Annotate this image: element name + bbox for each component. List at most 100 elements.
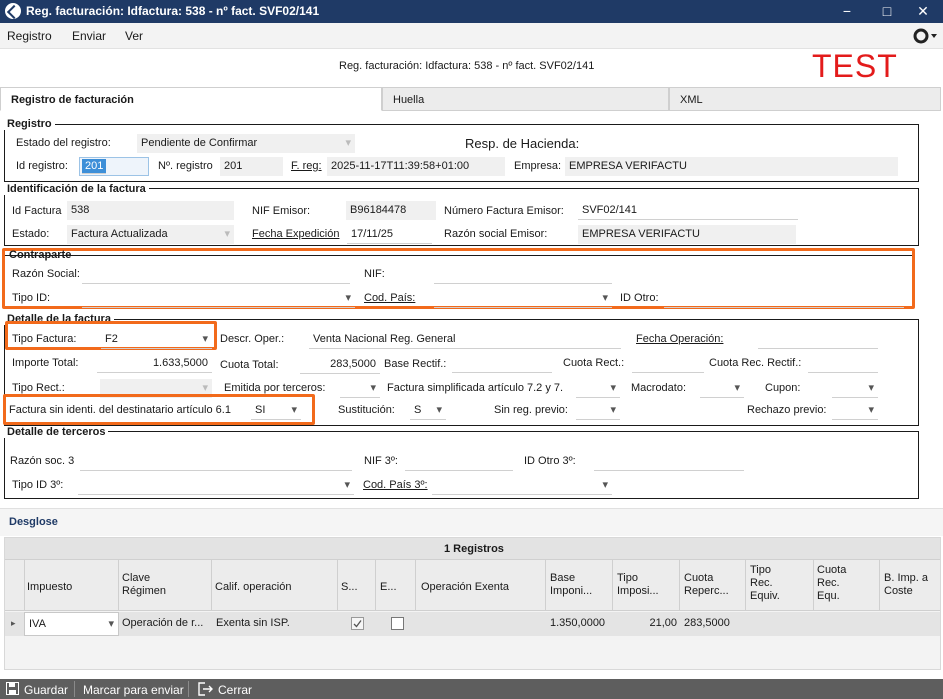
macrodato-select[interactable] <box>700 379 744 398</box>
close-button[interactable]: ✕ <box>903 0 943 23</box>
toolbar-divider <box>74 681 75 697</box>
maximize-button[interactable]: □ <box>867 0 907 23</box>
empresa-field[interactable]: EMPRESA VERIFACTU <box>565 157 898 176</box>
clave-regimen-cell[interactable]: Operación de r... <box>122 617 203 629</box>
emitida-terceros-label: Emitida por terceros: <box>224 382 326 394</box>
descr-oper-field[interactable]: Venta Nacional Reg. General <box>309 330 621 349</box>
table-row[interactable]: ▸ IVA ▾ Operación de r... Exenta sin ISP… <box>5 612 940 636</box>
nif-emisor-field[interactable]: B96184478 <box>346 201 436 220</box>
cerrar-button[interactable]: Cerrar <box>194 679 264 699</box>
razon-soc-3-field[interactable] <box>80 452 352 471</box>
importe-total-field[interactable]: 1.633,5000 <box>97 354 212 373</box>
impuesto-cell-select[interactable]: IVA ▾ <box>24 612 119 636</box>
base-rectif-field[interactable] <box>452 354 552 373</box>
sin-identificacion-label: Factura sin identi. del destinatario art… <box>9 404 231 416</box>
numero-factura-field[interactable]: SVF02/141 <box>578 201 798 220</box>
fecha-operacion-field[interactable] <box>758 330 878 349</box>
nif-field[interactable] <box>434 265 612 284</box>
menu-ver[interactable]: Ver <box>125 29 143 43</box>
razon-social-label: Razón Social: <box>12 268 80 280</box>
cod-pais-select[interactable] <box>434 289 612 308</box>
grid-column-header: Impuesto Clave Régimen Calif. operación … <box>5 560 940 611</box>
cuota-total-field[interactable]: 283,5000 <box>300 355 380 374</box>
fecha-operacion-link[interactable]: Fecha Operación: <box>636 333 723 345</box>
numero-factura-label: Número Factura Emisor: <box>444 205 564 217</box>
col-e[interactable]: E... <box>380 579 397 594</box>
base-imponible-cell[interactable]: 1.350,0000 <box>550 617 605 629</box>
col-base-imponible[interactable]: Base Imponi... <box>550 570 608 598</box>
col-cuota-repercutida[interactable]: Cuota Reperc... <box>684 570 740 598</box>
cod-pais-3-link[interactable]: Cod. País 3º: <box>363 479 428 491</box>
menu-registro[interactable]: Registro <box>7 29 52 43</box>
cod-pais-link[interactable]: Cod. País: <box>364 292 415 304</box>
importe-total-label: Importe Total: <box>12 357 79 369</box>
col-operacion-exenta[interactable]: Operación Exenta <box>421 579 509 594</box>
nif-3-field[interactable] <box>405 452 513 471</box>
tab-xml[interactable]: XML <box>669 87 941 111</box>
nif-emisor-label: NIF Emisor: <box>252 205 311 217</box>
row-indicator-icon: ▸ <box>11 618 16 628</box>
tipo-id-3-select[interactable] <box>78 476 354 495</box>
tipo-impositivo-cell[interactable]: 21,00 <box>617 617 677 629</box>
minimize-button[interactable]: − <box>827 0 867 23</box>
grid-record-count: 1 Registros <box>444 543 504 555</box>
col-s[interactable]: S... <box>341 579 358 594</box>
tipo-id-select[interactable] <box>82 289 355 308</box>
tab-huella[interactable]: Huella <box>382 87 669 111</box>
col-clave-regimen[interactable]: Clave Régimen <box>122 570 182 598</box>
col-calif-operacion[interactable]: Calif. operación <box>215 579 291 594</box>
emitida-terceros-select[interactable] <box>340 379 380 398</box>
col-b-imp-coste[interactable]: B. Imp. a Coste <box>884 570 936 598</box>
marcar-enviar-button[interactable]: Marcar para enviar <box>83 683 184 697</box>
tipo-factura-label: Tipo Factura: <box>12 333 77 345</box>
rechazo-previo-select[interactable] <box>832 401 878 420</box>
id-registro-label: Id registro: <box>16 160 68 172</box>
tipo-id-3-label: Tipo ID 3º: <box>12 479 64 491</box>
menu-enviar[interactable]: Enviar <box>72 29 106 43</box>
fecha-expedicion-field[interactable]: 17/11/25 <box>347 225 432 244</box>
toolbar-divider <box>188 681 189 697</box>
tab-registro-facturacion[interactable]: Registro de facturación <box>0 87 382 111</box>
guardar-button[interactable]: Guardar <box>0 679 74 699</box>
id-otro-3-label: ID Otro 3º: <box>524 455 576 467</box>
razon-social-field[interactable] <box>82 265 350 284</box>
cod-pais-3-select[interactable] <box>432 476 612 495</box>
id-factura-field[interactable]: 538 <box>67 201 234 220</box>
check-icon <box>353 620 362 628</box>
tipo-rect-label: Tipo Rect.: <box>12 382 65 394</box>
fecha-expedicion-link[interactable]: Fecha Expedición <box>252 228 339 240</box>
col-tipo-impositivo[interactable]: Tipo Imposi... <box>617 570 673 598</box>
factura-simplificada-label: Factura simplificada artículo 7.2 y 7. <box>387 382 564 394</box>
options-dropdown[interactable] <box>912 27 938 45</box>
estado-factura-select[interactable]: Factura Actualizada <box>67 225 234 244</box>
e-checkbox[interactable] <box>391 617 404 630</box>
col-tipo-rec-equiv[interactable]: Tipo Rec. Equiv. <box>750 562 790 603</box>
cerrar-label: Cerrar <box>218 683 253 697</box>
n-registro-field[interactable]: 201 <box>220 157 283 176</box>
razon-social-emisor-field[interactable]: EMPRESA VERIFACTU <box>578 225 796 244</box>
id-registro-field[interactable]: 201 <box>79 157 149 176</box>
id-otro-label: ID Otro: <box>620 292 659 304</box>
cupon-select[interactable] <box>832 379 878 398</box>
id-factura-label: Id Factura <box>12 205 62 217</box>
f-reg-link[interactable]: F. reg: <box>291 160 322 172</box>
col-cuota-rec-equ[interactable]: Cuota Rec. Equ. <box>817 562 857 603</box>
menu-bar: Registro Enviar Ver <box>0 23 943 49</box>
sin-identificacion-select[interactable]: SI <box>251 401 301 420</box>
calif-operacion-cell[interactable]: Exenta sin ISP. <box>216 617 290 629</box>
factura-simplificada-select[interactable] <box>576 379 620 398</box>
f-reg-field[interactable]: 2025-11-17T11:39:58+01:00 <box>327 157 505 176</box>
id-otro-field[interactable] <box>664 289 904 308</box>
sin-reg-previo-select[interactable] <box>576 401 620 420</box>
cuota-rec-rectif-field[interactable] <box>808 354 878 373</box>
col-impuesto[interactable]: Impuesto <box>27 579 72 594</box>
estado-registro-select[interactable]: Pendiente de Confirmar <box>137 134 355 153</box>
cuota-repercutida-cell[interactable]: 283,5000 <box>684 617 730 629</box>
id-otro-3-field[interactable] <box>594 452 744 471</box>
sustitucion-select[interactable]: S <box>410 401 446 420</box>
cuota-rect-field[interactable] <box>632 354 704 373</box>
desglose-bar <box>0 508 943 536</box>
tipo-factura-select[interactable]: F2 <box>101 330 212 349</box>
tipo-id-label: Tipo ID: <box>12 292 51 304</box>
s-checkbox[interactable] <box>351 617 364 630</box>
